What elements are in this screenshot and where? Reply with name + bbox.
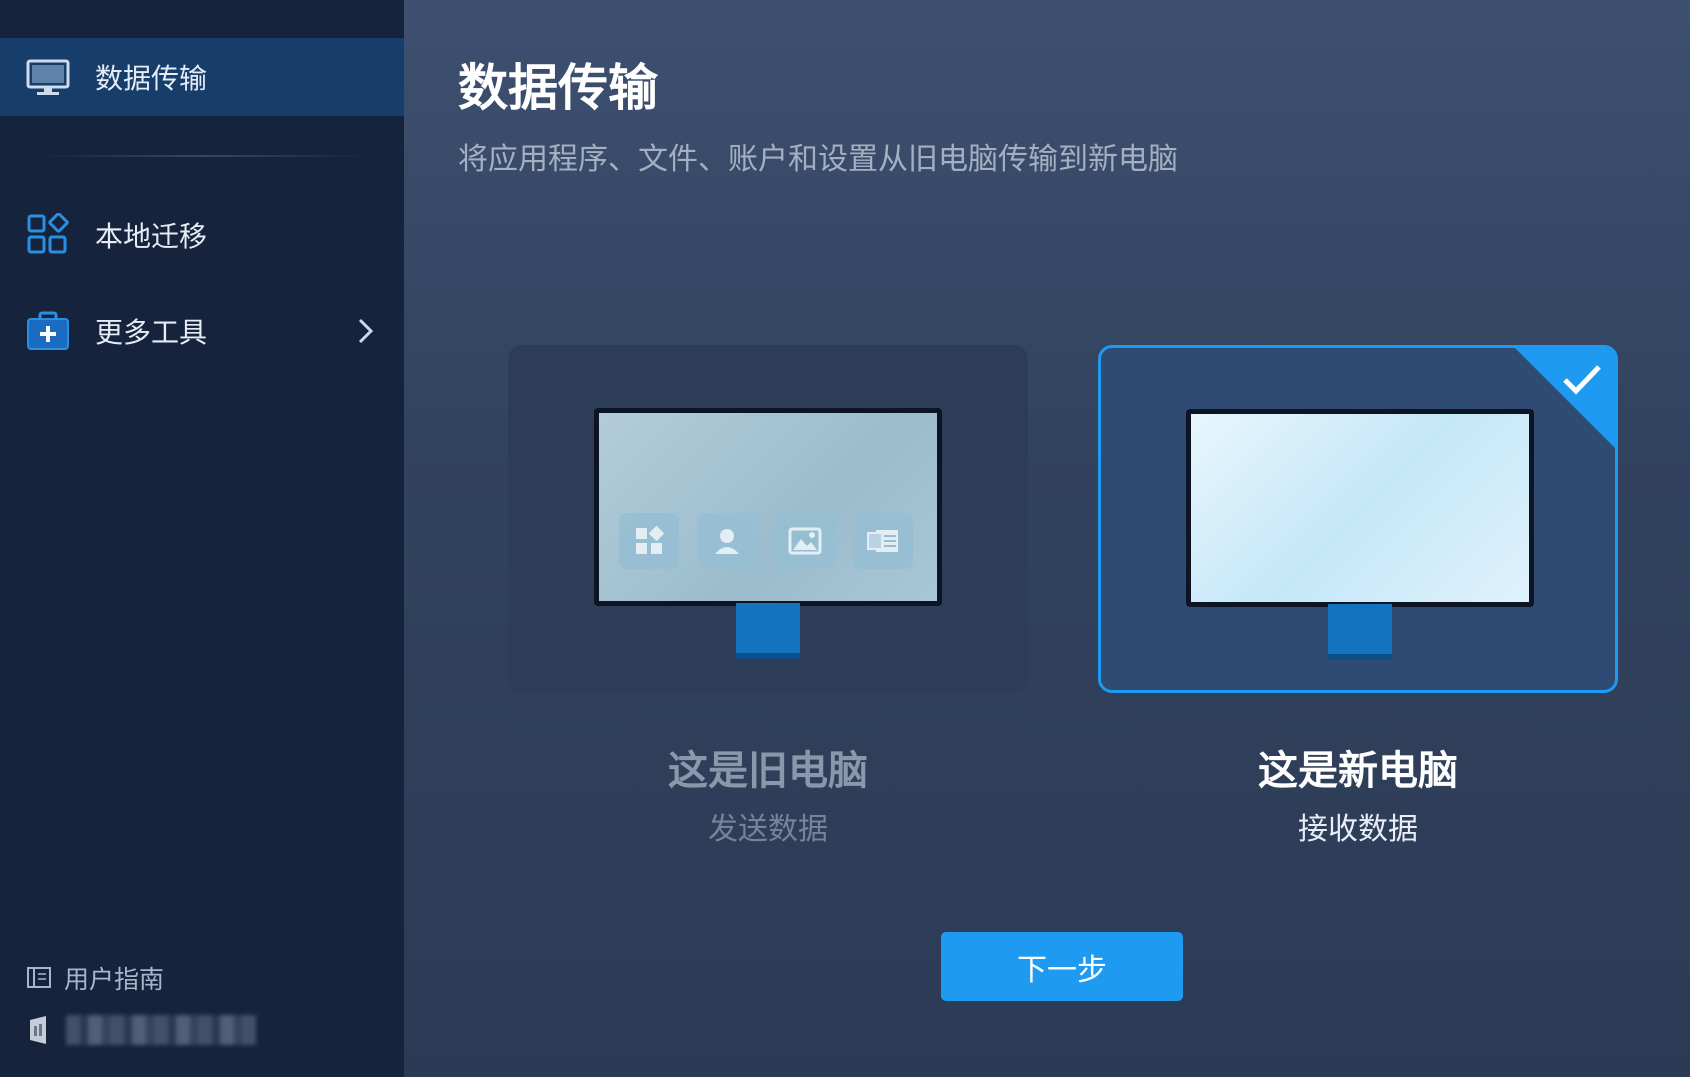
selected-corner-badge (1512, 348, 1615, 451)
account-row[interactable] (26, 1014, 256, 1046)
apps-grid-icon (27, 213, 69, 254)
image-tile-icon (775, 513, 835, 569)
page-subtitle: 将应用程序、文件、账户和设置从旧电脑传输到新电脑 (458, 142, 1178, 177)
old-pc-monitor (594, 408, 942, 606)
old-pc-card[interactable] (508, 345, 1028, 693)
sidebar-item-local-migration[interactable]: 本地迁移 (0, 196, 404, 274)
user-guide-label: 用户指南 (64, 965, 165, 994)
sidebar-item-more-tools[interactable]: 更多工具 (0, 292, 404, 370)
account-name-redacted (66, 1015, 256, 1045)
app-icons-row (619, 513, 913, 569)
sidebar-divider (36, 155, 370, 157)
sidebar: 数据传输 本地迁移 更多工具 用户指南 (0, 0, 404, 1077)
main-panel: 数据传输 将应用程序、文件、账户和设置从旧电脑传输到新电脑 这是旧电脑 发送数据… (404, 0, 1690, 1077)
sidebar-item-label: 数据传输 (95, 62, 208, 95)
user-guide-link[interactable]: 用户指南 (26, 960, 164, 996)
app-logo-icon (30, 1016, 46, 1044)
new-pc-monitor (1186, 409, 1534, 607)
monitor-icon (26, 59, 70, 95)
monitor-stand (1328, 604, 1392, 660)
book-icon (27, 967, 51, 988)
sidebar-item-label: 更多工具 (95, 316, 208, 349)
new-pc-title: 这是新电脑 (1258, 747, 1458, 794)
sidebar-item-label: 本地迁移 (95, 220, 208, 253)
user-tile-icon (697, 513, 757, 569)
old-pc-title: 这是旧电脑 (668, 747, 868, 794)
monitor-stand (736, 603, 800, 659)
sidebar-item-data-transfer[interactable]: 数据传输 (0, 38, 404, 116)
check-icon (1563, 365, 1601, 395)
toolbox-icon (27, 311, 69, 350)
excel-tile-icon (853, 513, 913, 569)
new-pc-subtitle: 接收数据 (1298, 812, 1418, 847)
chevron-right-icon (358, 318, 374, 344)
next-button[interactable]: 下一步 (941, 932, 1183, 1001)
apps-tile-icon (619, 513, 679, 569)
page-title: 数据传输 (458, 59, 658, 117)
new-pc-card[interactable] (1098, 345, 1618, 693)
old-pc-subtitle: 发送数据 (708, 812, 828, 847)
